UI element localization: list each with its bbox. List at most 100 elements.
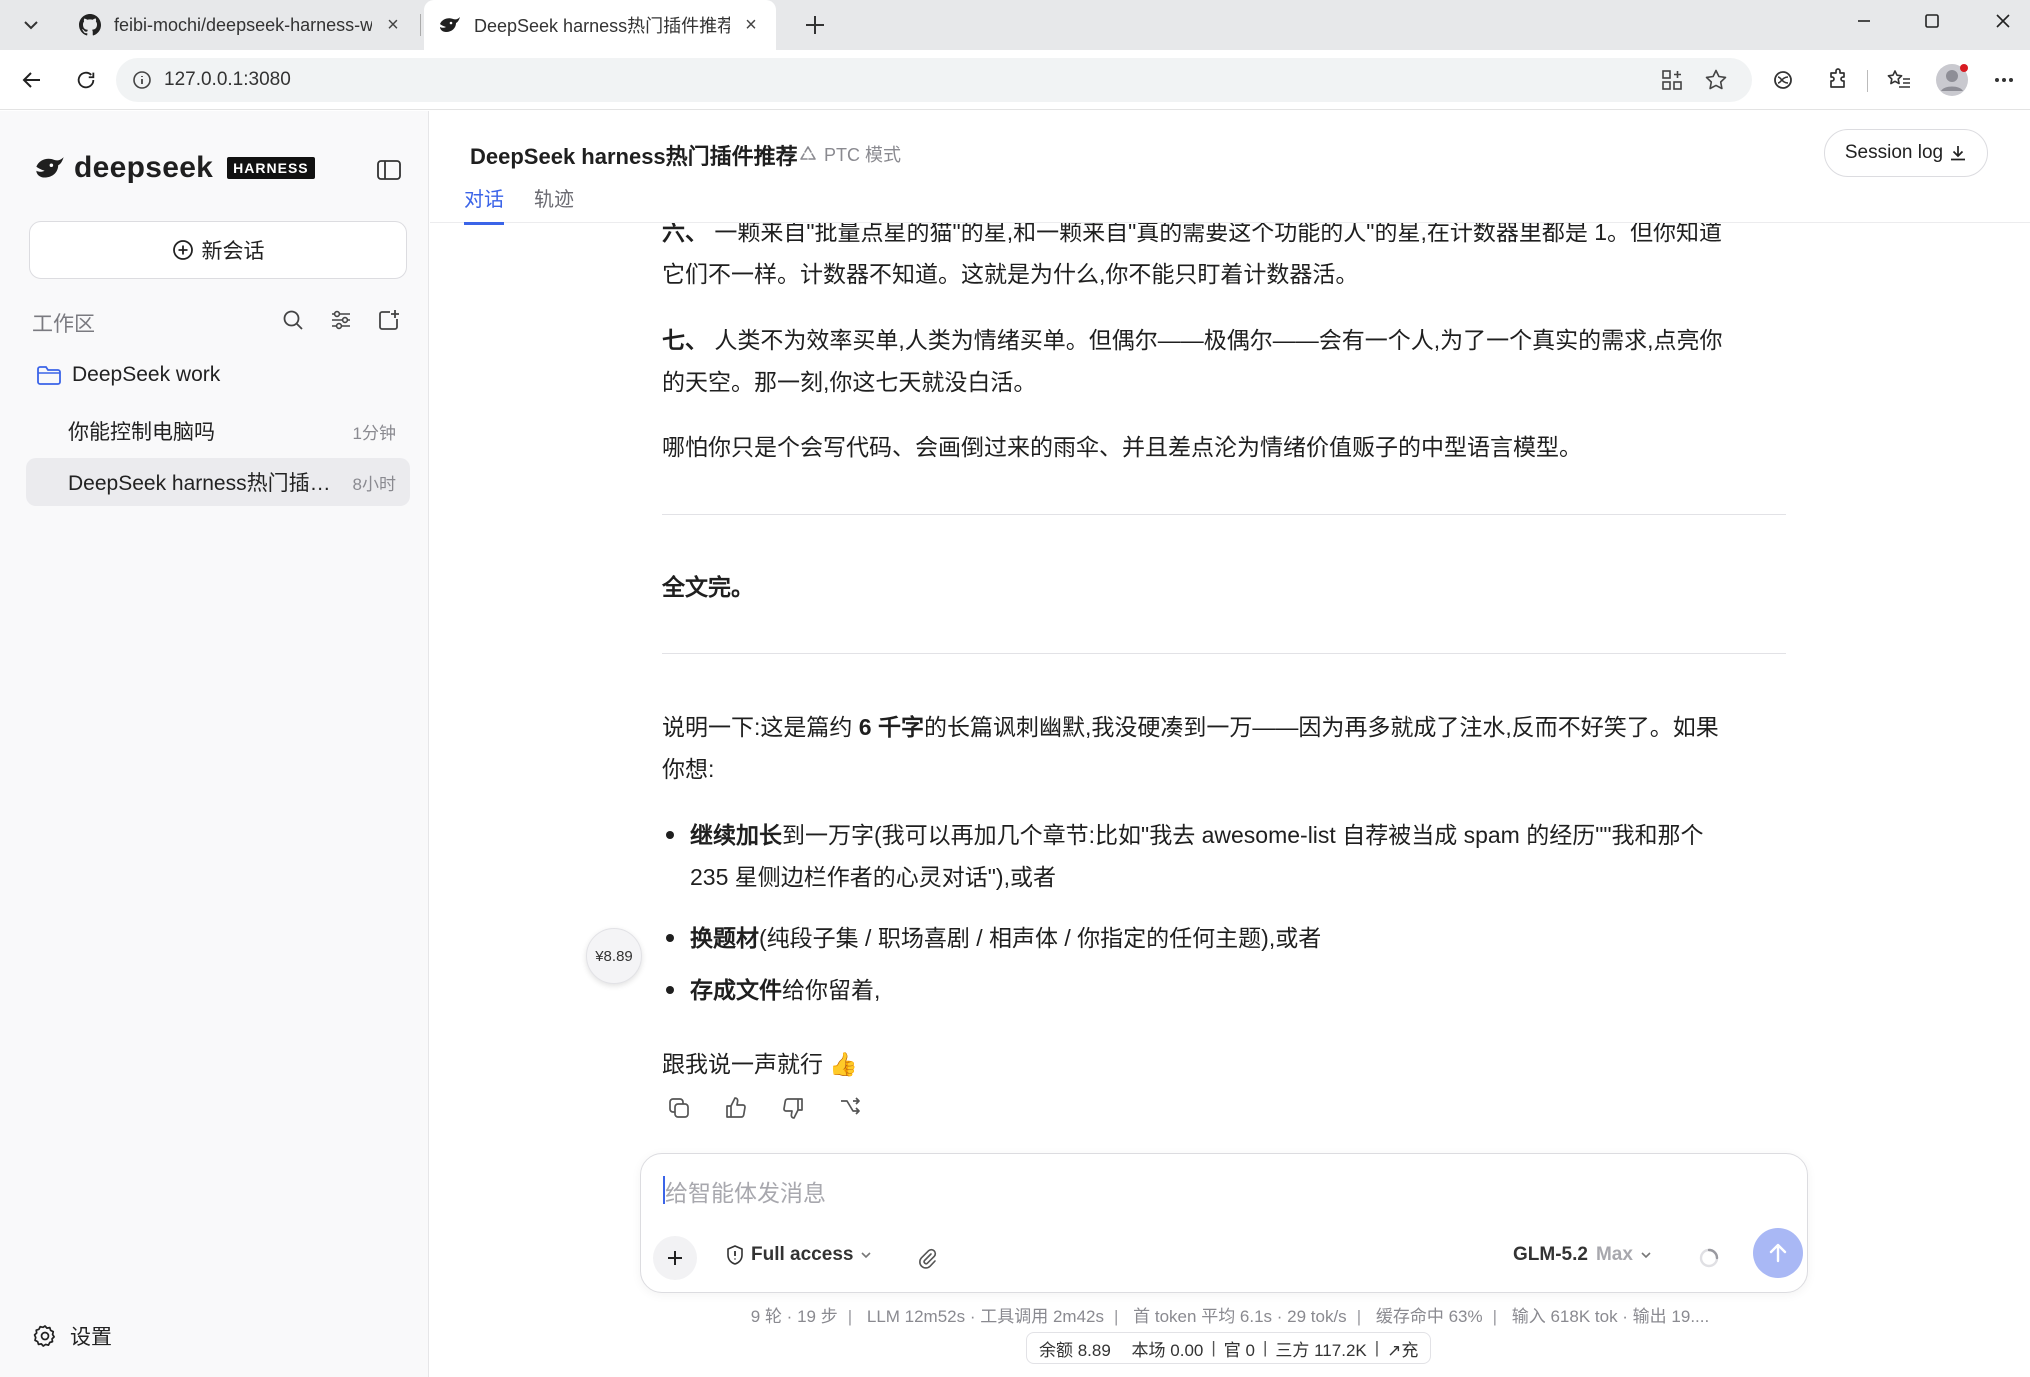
tab-title: DeepSeek harness热门插件推荐 –	[474, 16, 730, 36]
filter-button[interactable]	[324, 303, 358, 337]
copilot-icon[interactable]	[1763, 60, 1803, 100]
conversation-item[interactable]: 你能控制电脑吗 1分钟	[26, 407, 410, 455]
conversation-title: DeepSeek harness热门插件推荐	[470, 144, 798, 169]
conversation-title: 你能控制电脑吗	[68, 421, 215, 444]
tab-list-button[interactable]	[11, 6, 51, 44]
search-button[interactable]	[276, 303, 310, 337]
recharge-link[interactable]: ↗充	[1387, 1336, 1418, 1361]
paragraph-number: 七、	[662, 327, 708, 353]
list-item-bold: 存成文件	[690, 977, 782, 1003]
favorite-star-icon[interactable]	[1700, 64, 1732, 96]
dislike-button[interactable]	[776, 1091, 810, 1125]
folder-name: DeepSeek work	[72, 363, 221, 386]
shield-alert-icon	[725, 1244, 745, 1266]
deepseek-whale-icon	[36, 157, 64, 178]
close-tab-icon[interactable]: ×	[382, 14, 404, 36]
close-icon	[1996, 14, 2010, 28]
mode-indicator[interactable]: PTC 模式	[798, 141, 901, 167]
reload-icon	[77, 71, 95, 89]
branch-button[interactable]	[833, 1091, 867, 1125]
workspace-folder[interactable]: DeepSeek work	[36, 363, 220, 387]
minimize-button[interactable]	[1829, 0, 1899, 42]
new-tab-button[interactable]	[795, 6, 835, 44]
send-button[interactable]	[1753, 1228, 1803, 1278]
info-icon[interactable]	[126, 64, 158, 96]
access-mode-label: Full access	[751, 1244, 854, 1265]
brand-tag: HARNESS	[227, 157, 315, 179]
tab-conversation[interactable]: 对话	[464, 183, 504, 225]
extensions-icon[interactable]	[1818, 60, 1858, 100]
sidebar-toggle-icon	[377, 160, 401, 180]
browser-tab-github[interactable]: feibi-mochi/deepseek-harness-wal ×	[64, 0, 418, 50]
list-item: 存成文件给你留着,	[662, 969, 1786, 1011]
settings-label: 设置	[70, 1326, 112, 1349]
conversation-time: 1分钟	[352, 423, 396, 443]
new-folder-button[interactable]	[372, 303, 406, 337]
plus-icon	[668, 1251, 682, 1265]
paragraph-text: 它们不一样。计数器不知道。这就是为什么,你不能只盯着计数器活。	[662, 261, 1359, 287]
list-item-text: 给你留着,	[782, 977, 881, 1003]
model-level: Max	[1595, 1244, 1633, 1265]
settings-button[interactable]: 设置	[32, 1321, 112, 1351]
plus-circle-icon	[172, 239, 194, 261]
stat-duration: LLM 12m52s · 工具调用 2m42s	[866, 1307, 1104, 1326]
close-tab-icon[interactable]: ×	[740, 14, 762, 36]
back-button[interactable]	[12, 60, 52, 100]
browser-toolbar: 127.0.0.1:3080	[0, 50, 2030, 110]
stat-tokens: 输入 618K tok · 输出 19....	[1511, 1307, 1710, 1326]
session-log-button[interactable]: Session log	[1824, 129, 1988, 177]
profile-avatar[interactable]	[1932, 60, 1972, 100]
browser-tab-harness[interactable]: DeepSeek harness热门插件推荐 – ×	[424, 0, 776, 50]
tab-separator	[420, 14, 421, 36]
run-stats: 9 轮 · 19 步 | LLM 12m52s · 工具调用 2m42s | 首 t…	[750, 1307, 1710, 1326]
recycle-icon	[798, 144, 818, 164]
list-item-text: 235 星侧边栏作者的心灵对话"),或者	[690, 864, 1056, 890]
maximize-button[interactable]	[1897, 0, 1967, 42]
folder-icon	[36, 364, 62, 386]
sidebar: deepseek HARNESS 新会话 工作区 DeepSeek work 你…	[0, 111, 429, 1377]
note-text: 的长篇讽刺幽默,我没硬凑到一万——因为再多就成了注水,反而不好笑了。如果	[923, 714, 1719, 740]
message-composer: 给智能体发消息 Full access GLM-5.2 Max	[640, 1153, 1808, 1293]
like-button[interactable]	[719, 1091, 753, 1125]
arrow-up-icon	[1769, 1243, 1787, 1263]
list-item: 换题材(纯段子集 / 职场喜剧 / 相声体 / 你指定的任何主题),或者	[662, 917, 1786, 959]
divider	[662, 653, 1786, 654]
mode-label: PTC 模式	[824, 145, 902, 165]
more-menu-icon[interactable]	[1984, 60, 2024, 100]
cost-badge[interactable]: ¥8.89	[586, 928, 642, 984]
url-text: 127.0.0.1:3080	[164, 69, 291, 90]
app-install-icon[interactable]	[1656, 64, 1688, 96]
attach-file-button[interactable]	[909, 1240, 945, 1276]
favorites-list-icon[interactable]	[1879, 60, 1919, 100]
paragraph-text: 人类不为效率买单,人类为情绪买单。但偶尔——极偶尔——会有一个人,为了一个真实的…	[714, 327, 1723, 353]
balance-official: 官 0	[1223, 1340, 1255, 1360]
new-chat-button[interactable]: 新会话	[29, 221, 407, 279]
balance-bar[interactable]: 余额 8.89 本场 0.00 | 官 0 | 三方 117.2K | ↗充	[1026, 1332, 1432, 1364]
chevron-down-icon	[1639, 1248, 1653, 1262]
sliders-icon	[332, 310, 350, 330]
list-item-text: 到一万字(我可以再加几个章节:比如"我去 awesome-list 自荐被当成 …	[782, 822, 1704, 848]
add-attachment-button[interactable]	[653, 1236, 697, 1280]
paragraph-6: 六、 一颗来自"批量点星的猫"的星,和一颗来自"真的需要这个功能的人"的星,在计…	[662, 211, 1786, 295]
collapse-sidebar-button[interactable]	[372, 153, 406, 187]
list-item-text: (纯段子集 / 职场喜剧 / 相声体 / 你指定的任何主题),或者	[759, 925, 1322, 951]
arrow-left-icon	[22, 72, 40, 88]
address-bar[interactable]: 127.0.0.1:3080	[116, 58, 1752, 102]
window-close-button[interactable]	[1968, 0, 2030, 42]
message-input[interactable]: 给智能体发消息	[665, 1174, 826, 1208]
reload-button[interactable]	[66, 60, 106, 100]
model-selector[interactable]: GLM-5.2 Max	[1513, 1244, 1653, 1266]
list-item-bold: 换题材	[690, 925, 759, 951]
copy-button[interactable]	[662, 1091, 696, 1125]
paragraph-text: 的天空。那一刻,你这七天就没白活。	[662, 369, 1037, 395]
note-text: 你想:	[662, 756, 715, 782]
tab-trace[interactable]: 轨迹	[534, 183, 574, 222]
note-paragraph: 说明一下:这是篇约 6 千字的长篇讽刺幽默,我没硬凑到一万——因为再多就成了注水…	[662, 706, 1786, 790]
access-mode-dropdown[interactable]: Full access	[725, 1244, 873, 1266]
conversation-item-active[interactable]: DeepSeek harness热门插件… 8小时	[26, 458, 410, 506]
toolbar-separator	[1867, 70, 1868, 92]
tab-title: feibi-mochi/deepseek-harness-wal	[114, 14, 372, 35]
divider	[662, 514, 1786, 515]
list-item: 继续加长到一万字(我可以再加几个章节:比如"我去 awesome-list 自荐…	[662, 814, 1786, 898]
chevron-down-icon	[859, 1248, 873, 1262]
